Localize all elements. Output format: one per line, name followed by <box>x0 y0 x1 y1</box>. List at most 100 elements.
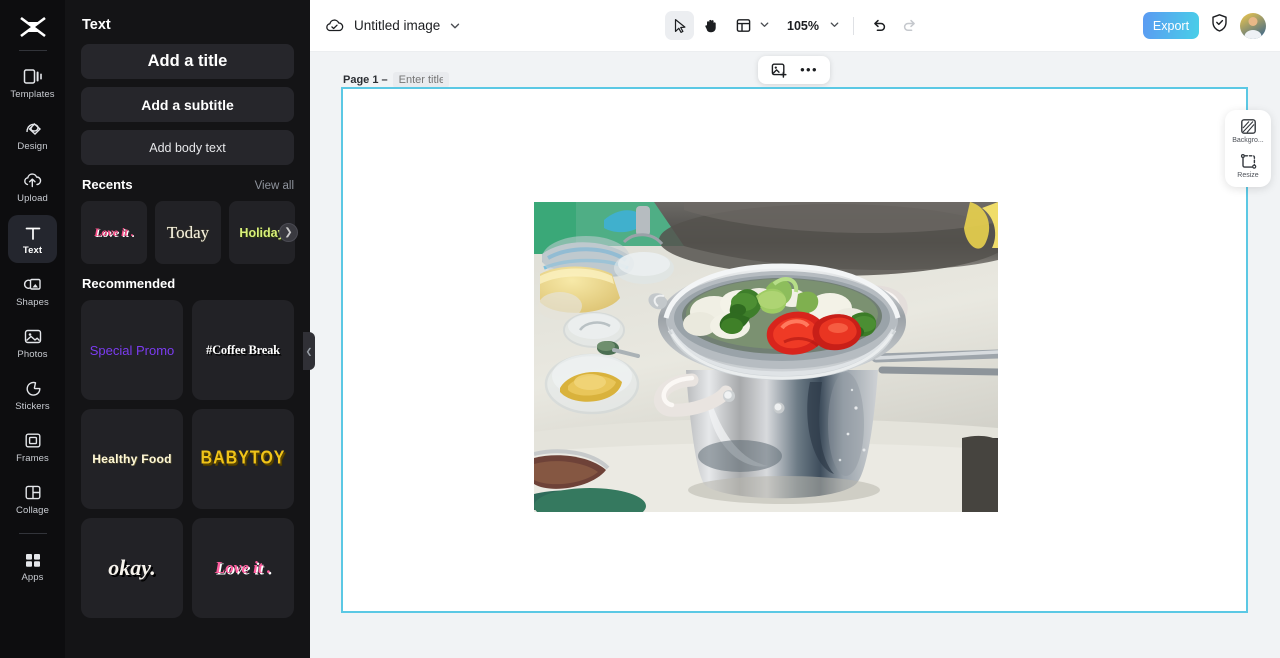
resize-label: Resize <box>1237 172 1259 179</box>
template-label: #Coffee Break <box>206 342 280 357</box>
cloud-saved-icon <box>324 15 346 37</box>
hand-tool-button[interactable] <box>696 11 725 40</box>
right-floating-panel: Backgro... Resize <box>1225 110 1271 187</box>
more-dots-icon[interactable]: ••• <box>798 59 820 81</box>
recents-view-all-link[interactable]: View all <box>255 180 294 192</box>
recents-title: Recents <box>82 177 133 192</box>
sidebar-label-frames: Frames <box>16 452 49 464</box>
sidebar-item-text[interactable]: Text <box>8 215 57 263</box>
image-plus-icon[interactable] <box>768 59 790 81</box>
template-card[interactable]: okay. <box>81 518 183 618</box>
resize-button[interactable]: Resize <box>1226 152 1270 179</box>
sidebar-item-frames[interactable]: Frames <box>8 423 57 471</box>
page-title-input[interactable] <box>392 72 449 88</box>
resize-icon <box>1239 152 1257 170</box>
template-card[interactable]: Love it . <box>192 518 294 618</box>
sidebar-item-stickers[interactable]: Stickers <box>8 371 57 419</box>
template-card[interactable]: Healthy Food <box>81 409 183 509</box>
sidebar-item-apps[interactable]: Apps <box>8 542 57 590</box>
recommended-title: Recommended <box>82 276 176 291</box>
recents-carousel: Love it . Today Holiday ❯ <box>81 201 298 264</box>
panel-collapse-handle[interactable]: ❮ <box>303 332 315 370</box>
sidebar-label-apps: Apps <box>21 571 44 583</box>
sidebar-item-shapes[interactable]: Shapes <box>8 267 57 315</box>
page-float-toolbar: ••• <box>758 56 830 84</box>
recents-header: Recents View all <box>82 177 294 192</box>
recent-item[interactable]: Love it . <box>81 201 147 264</box>
template-label: BABYTOY <box>200 448 286 469</box>
add-subtitle-button[interactable]: Add a subtitle <box>81 87 294 122</box>
sidebar-item-upload[interactable]: Upload <box>8 163 57 211</box>
toolbar-divider <box>852 16 854 35</box>
design-icon <box>22 119 44 139</box>
sidebar-label-stickers: Stickers <box>15 400 50 412</box>
undo-button[interactable] <box>865 11 894 40</box>
sidebar-item-templates[interactable]: Templates <box>8 59 57 107</box>
sidebar-label-templates: Templates <box>10 88 55 100</box>
chevron-right-icon[interactable]: ❯ <box>279 223 298 242</box>
top-toolbar: Untitled image 105% Export <box>310 0 1280 52</box>
template-label: Love it . <box>214 558 272 577</box>
recent-label: Holiday <box>239 225 285 240</box>
background-button[interactable]: Backgro... <box>1226 117 1270 144</box>
sidebar-label-design: Design <box>17 140 48 152</box>
apps-grid-icon <box>22 550 44 570</box>
select-tool-button[interactable] <box>665 11 695 40</box>
add-title-button[interactable]: Add a title <box>81 44 294 79</box>
background-label: Backgro... <box>1232 137 1264 144</box>
photos-icon <box>22 327 44 347</box>
chevron-down-icon[interactable] <box>829 17 840 35</box>
canvas-tools: 105% <box>665 11 925 40</box>
sidebar-item-design[interactable]: Design <box>8 111 57 159</box>
capcut-logo-icon[interactable] <box>13 10 53 44</box>
background-pattern-icon <box>1239 117 1257 135</box>
chevron-down-icon[interactable] <box>759 17 770 35</box>
recommended-grid: Special Promo #Coffee Break Healthy Food… <box>81 300 294 618</box>
text-panel: Text Add a title Add a subtitle Add body… <box>65 0 310 658</box>
template-card[interactable]: BABYTOY <box>192 409 294 509</box>
collage-icon <box>22 483 44 503</box>
templates-icon <box>22 67 44 87</box>
redo-button[interactable] <box>896 11 925 40</box>
top-right-actions: Export <box>1143 12 1266 39</box>
template-label: Healthy Food <box>92 452 172 466</box>
shapes-icon <box>22 275 44 295</box>
layout-panel-icon[interactable] <box>729 11 758 40</box>
canvas-photo-element[interactable] <box>534 202 998 512</box>
user-avatar[interactable] <box>1240 12 1266 39</box>
chevron-down-icon[interactable] <box>449 20 461 32</box>
template-label: okay. <box>108 555 156 580</box>
template-label: Special Promo <box>89 342 175 358</box>
sidebar-label-upload: Upload <box>17 192 48 204</box>
layout-tool-group[interactable] <box>727 11 772 40</box>
document-title[interactable]: Untitled image <box>354 18 440 33</box>
sidebar-item-photos[interactable]: Photos <box>8 319 57 367</box>
template-card[interactable]: #Coffee Break <box>192 300 294 400</box>
add-body-text-button[interactable]: Add body text <box>81 130 294 165</box>
zoom-control[interactable]: 105% <box>774 17 842 35</box>
sidebar-item-collage[interactable]: Collage <box>8 475 57 523</box>
sidebar-label-photos: Photos <box>17 348 48 360</box>
rail-divider-top <box>18 50 47 51</box>
recent-label: Love it . <box>94 225 134 239</box>
shield-check-icon[interactable] <box>1210 13 1229 38</box>
frames-icon <box>22 431 44 451</box>
page-number-label: Page 1 – <box>343 74 388 86</box>
sidebar-label-shapes: Shapes <box>16 296 49 308</box>
template-card[interactable]: Special Promo <box>81 300 183 400</box>
recent-label: Today <box>166 222 210 242</box>
stickers-icon <box>22 379 44 399</box>
zoom-level: 105% <box>787 18 819 33</box>
page-label-row: Page 1 – <box>343 72 449 88</box>
export-button[interactable]: Export <box>1143 12 1199 39</box>
canvas-stage: Page 1 – ••• <box>310 52 1280 658</box>
recommended-header: Recommended <box>82 276 294 291</box>
chevron-left-icon: ❮ <box>305 346 313 356</box>
upload-cloud-icon <box>22 171 44 191</box>
recent-item[interactable]: Today <box>155 201 221 264</box>
photo-artwork <box>534 202 998 512</box>
main-area: Untitled image 105% Export Page 1 – Ente… <box>310 0 1280 658</box>
app-root: Templates Design Upload Text Shapes Phot… <box>0 0 1280 658</box>
panel-title: Text <box>82 17 111 33</box>
page-canvas[interactable] <box>341 87 1248 613</box>
